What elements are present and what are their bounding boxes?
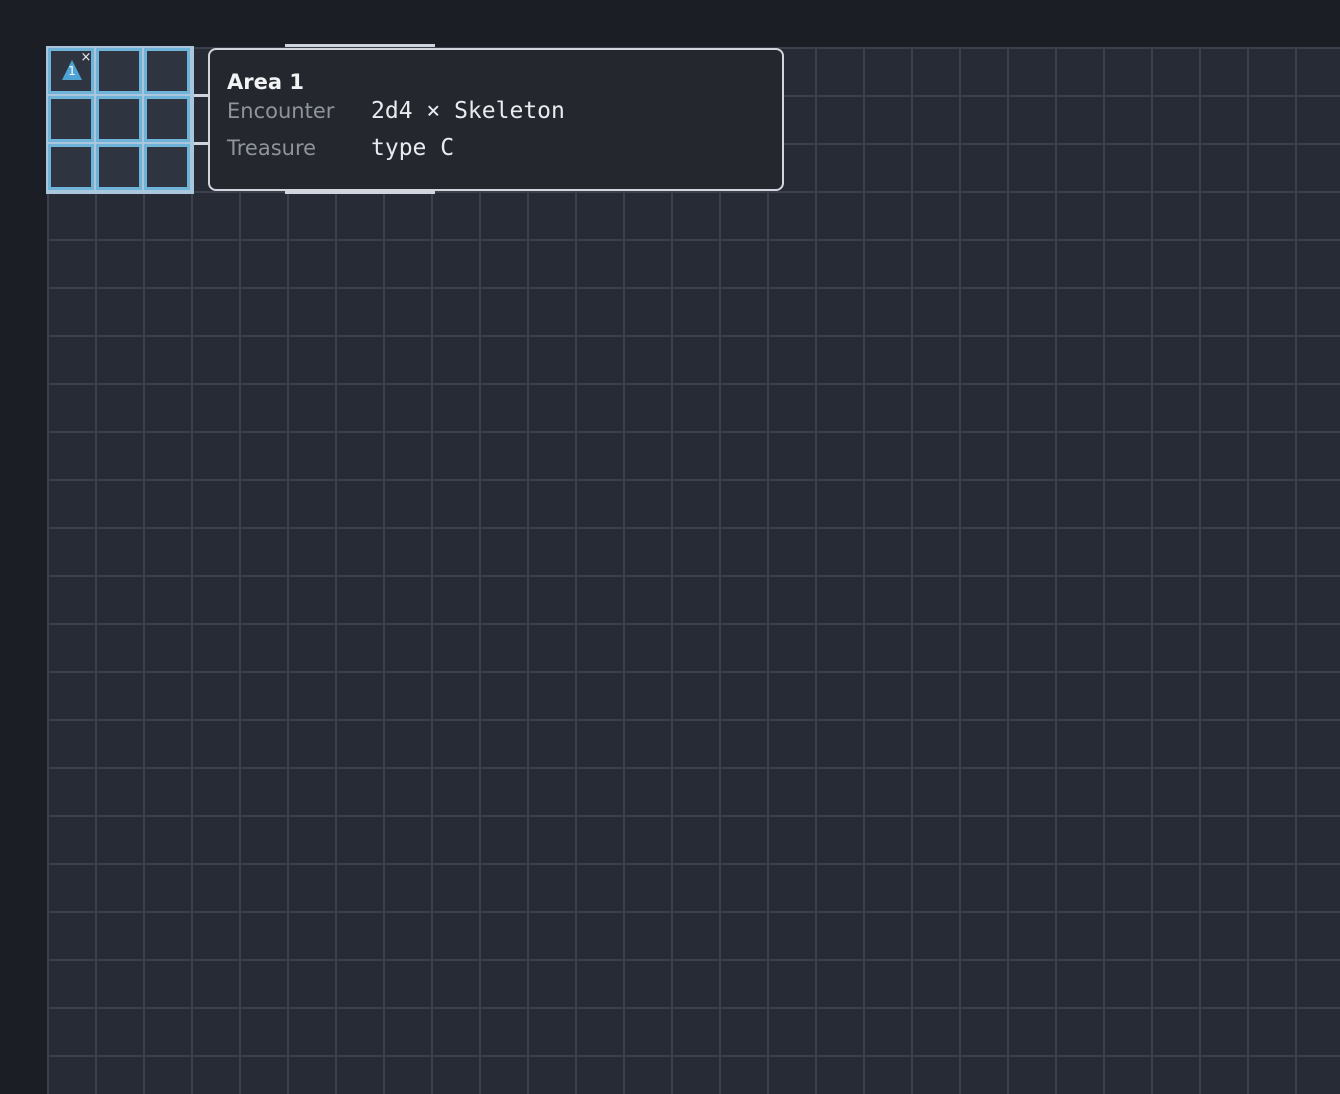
tooltip-row-encounter: Encounter 2d4 × Skeleton (227, 98, 782, 135)
room-wall-bottom (285, 191, 435, 194)
treasure-label: Treasure (227, 136, 317, 160)
treasure-value: type C (371, 135, 455, 161)
area-cell[interactable] (96, 48, 142, 94)
area-cell[interactable] (48, 96, 94, 142)
dungeon-map-app: 1 × Area 1 Encounter 2d4 × Skeleton Trea… (0, 0, 1340, 1094)
tooltip-title: Area 1 (227, 70, 304, 94)
map-grid[interactable] (47, 47, 1340, 1094)
area-marker-number: 1 (68, 64, 76, 78)
tooltip-connector (194, 142, 208, 145)
encounter-label: Encounter (227, 99, 335, 123)
area-cell[interactable] (144, 144, 190, 190)
close-icon[interactable]: × (79, 51, 93, 65)
room-wall-top (285, 44, 435, 47)
left-bar (0, 0, 46, 1094)
area-cell[interactable] (96, 96, 142, 142)
tooltip-connector (194, 94, 208, 97)
area-cell[interactable] (144, 48, 190, 94)
encounter-value: 2d4 × Skeleton (371, 98, 565, 124)
top-bar (0, 0, 1340, 46)
area-tooltip: Area 1 Encounter 2d4 × Skeleton Treasure… (208, 48, 784, 191)
area-cell[interactable] (96, 144, 142, 190)
area-cell[interactable] (48, 144, 94, 190)
tooltip-row-treasure: Treasure type C (227, 135, 782, 172)
area-cell[interactable] (144, 96, 190, 142)
